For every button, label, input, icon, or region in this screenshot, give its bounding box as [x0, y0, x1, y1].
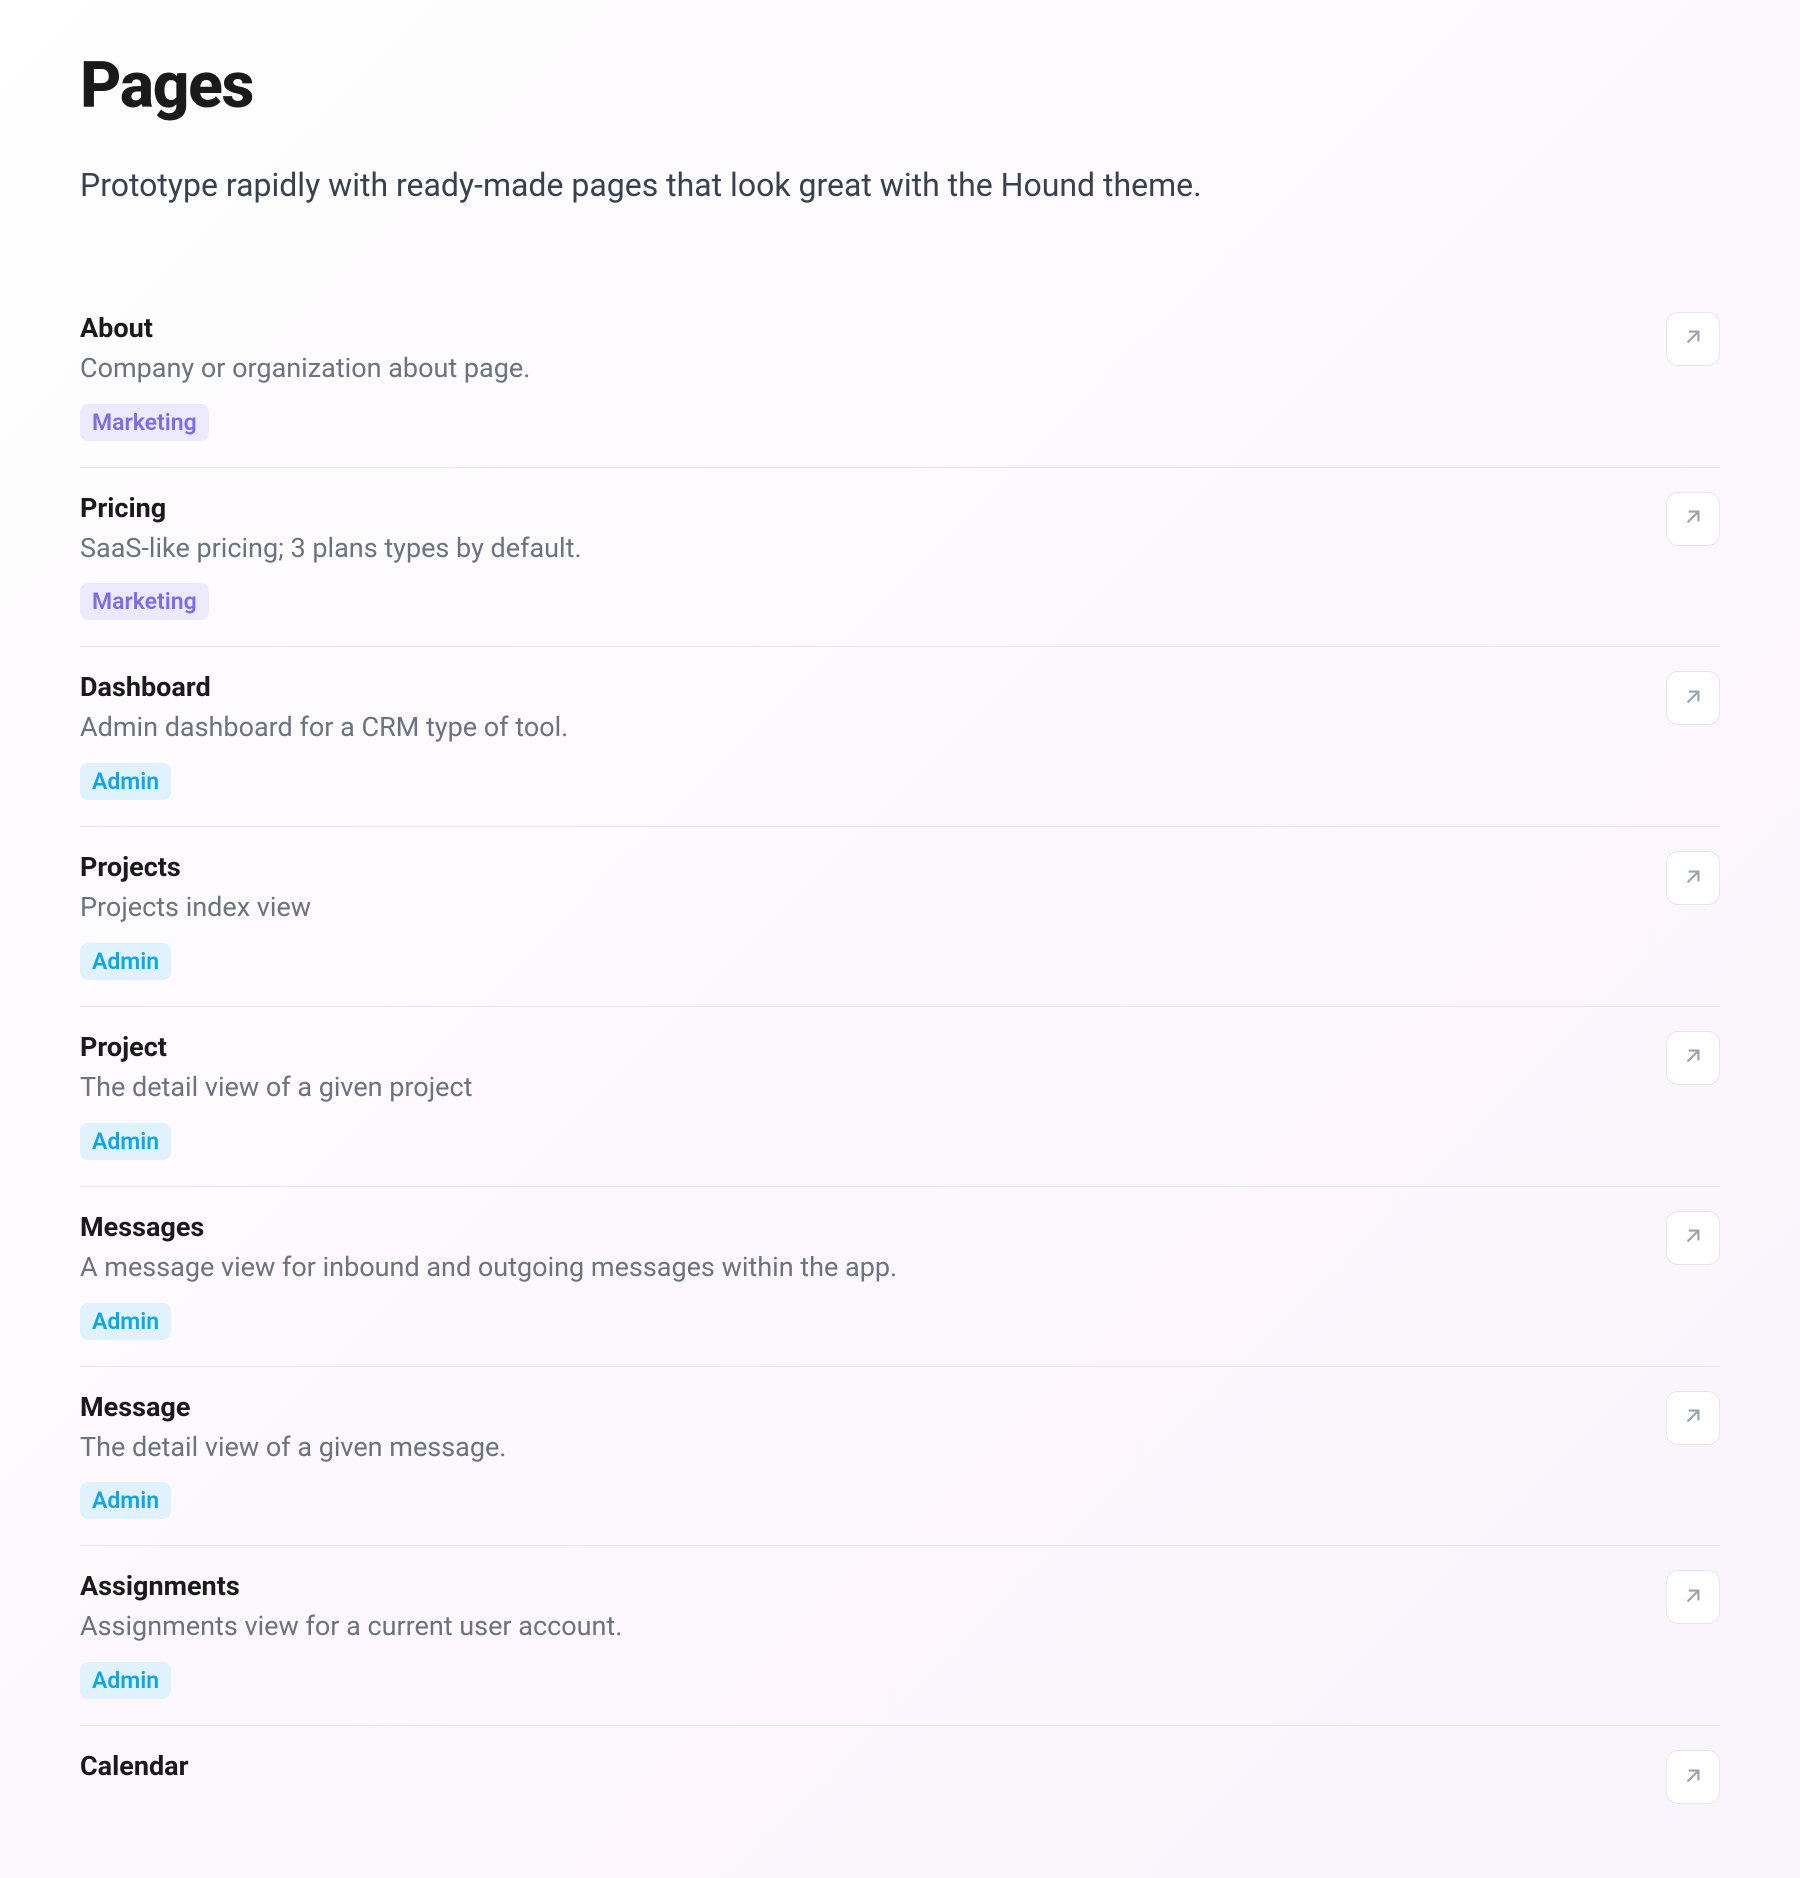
open-button[interactable] — [1666, 851, 1720, 905]
arrow-up-right-icon — [1680, 324, 1706, 353]
item-content: Pricing SaaS-like pricing; 3 plans types … — [80, 492, 1642, 621]
item-title: Message — [80, 1391, 1642, 1423]
item-title: Messages — [80, 1211, 1642, 1243]
open-button[interactable] — [1666, 1031, 1720, 1085]
item-description: A message view for inbound and outgoing … — [80, 1249, 1642, 1287]
arrow-up-right-icon — [1680, 1223, 1706, 1252]
item-title: Assignments — [80, 1570, 1642, 1602]
item-content: Dashboard Admin dashboard for a CRM type … — [80, 671, 1642, 800]
list-item: Messages A message view for inbound and o… — [80, 1187, 1720, 1367]
tag-marketing: Marketing — [80, 583, 209, 620]
item-action — [1666, 1391, 1720, 1445]
list-item: Project The detail view of a given projec… — [80, 1007, 1720, 1187]
page-subtitle: Prototype rapidly with ready-made pages … — [80, 163, 1720, 208]
list-item: Dashboard Admin dashboard for a CRM type … — [80, 647, 1720, 827]
tag-admin: Admin — [80, 1123, 171, 1160]
item-action — [1666, 1570, 1720, 1624]
item-description: SaaS-like pricing; 3 plans types by defa… — [80, 530, 1642, 568]
item-title: Projects — [80, 851, 1642, 883]
arrow-up-right-icon — [1680, 864, 1706, 893]
arrow-up-right-icon — [1680, 1043, 1706, 1072]
item-title: Dashboard — [80, 671, 1642, 703]
item-action — [1666, 312, 1720, 366]
open-button[interactable] — [1666, 492, 1720, 546]
tag-admin: Admin — [80, 1662, 171, 1699]
tag-admin: Admin — [80, 1482, 171, 1519]
tag-admin: Admin — [80, 1303, 171, 1340]
item-tags: Admin — [80, 943, 1642, 980]
item-description: The detail view of a given message. — [80, 1429, 1642, 1467]
item-content: Messages A message view for inbound and o… — [80, 1211, 1642, 1340]
item-description: Assignments view for a current user acco… — [80, 1608, 1642, 1646]
list-item: Assignments Assignments view for a curren… — [80, 1546, 1720, 1726]
item-tags: Marketing — [80, 583, 1642, 620]
arrow-up-right-icon — [1680, 684, 1706, 713]
item-description: Projects index view — [80, 889, 1642, 927]
item-action — [1666, 1211, 1720, 1265]
arrow-up-right-icon — [1680, 1763, 1706, 1792]
tag-marketing: Marketing — [80, 404, 209, 441]
list-item: Pricing SaaS-like pricing; 3 plans types … — [80, 468, 1720, 648]
item-action — [1666, 1750, 1720, 1804]
item-tags: Admin — [80, 1482, 1642, 1519]
arrow-up-right-icon — [1680, 1403, 1706, 1432]
arrow-up-right-icon — [1680, 1583, 1706, 1612]
page-title: Pages — [80, 48, 1720, 123]
item-action — [1666, 1031, 1720, 1085]
item-title: Calendar — [80, 1750, 1642, 1782]
item-content: Project The detail view of a given projec… — [80, 1031, 1642, 1160]
item-title: About — [80, 312, 1642, 344]
item-tags: Admin — [80, 1303, 1642, 1340]
list-item: About Company or organization about page.… — [80, 288, 1720, 468]
open-button[interactable] — [1666, 1211, 1720, 1265]
item-action — [1666, 492, 1720, 546]
item-action — [1666, 851, 1720, 905]
open-button[interactable] — [1666, 312, 1720, 366]
item-tags: Marketing — [80, 404, 1642, 441]
tag-admin: Admin — [80, 763, 171, 800]
item-title: Pricing — [80, 492, 1642, 524]
list-item: Message The detail view of a given messag… — [80, 1367, 1720, 1547]
item-tags: Admin — [80, 1662, 1642, 1699]
list-item: Projects Projects index view Admin — [80, 827, 1720, 1007]
item-content: Calendar — [80, 1750, 1642, 1788]
item-tags: Admin — [80, 1123, 1642, 1160]
list-item: Calendar — [80, 1726, 1720, 1830]
item-action — [1666, 671, 1720, 725]
item-description: Company or organization about page. — [80, 350, 1642, 388]
open-button[interactable] — [1666, 671, 1720, 725]
pages-list: About Company or organization about page.… — [80, 288, 1720, 1830]
open-button[interactable] — [1666, 1750, 1720, 1804]
item-content: Projects Projects index view Admin — [80, 851, 1642, 980]
item-tags: Admin — [80, 763, 1642, 800]
tag-admin: Admin — [80, 943, 171, 980]
item-description: Admin dashboard for a CRM type of tool. — [80, 709, 1642, 747]
item-title: Project — [80, 1031, 1642, 1063]
arrow-up-right-icon — [1680, 504, 1706, 533]
open-button[interactable] — [1666, 1570, 1720, 1624]
item-content: About Company or organization about page.… — [80, 312, 1642, 441]
item-content: Message The detail view of a given messag… — [80, 1391, 1642, 1520]
item-description: The detail view of a given project — [80, 1069, 1642, 1107]
open-button[interactable] — [1666, 1391, 1720, 1445]
item-content: Assignments Assignments view for a curren… — [80, 1570, 1642, 1699]
